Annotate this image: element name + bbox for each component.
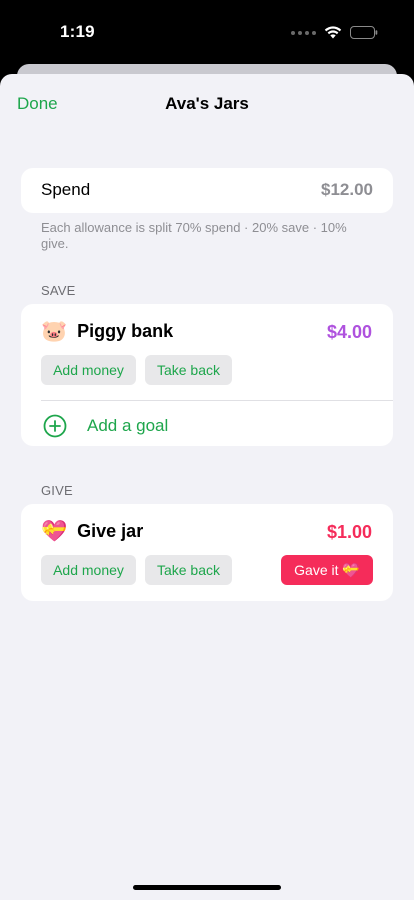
divider [41,400,393,401]
jars-sheet: Done Ava's Jars Spend $12.00 Each allowa… [0,74,414,900]
give-card: 💝 Give jar $1.00 Add money Take back Gav… [21,504,393,601]
spend-row[interactable]: Spend $12.00 [21,168,393,213]
page-title: Ava's Jars [165,94,249,113]
heart-gift-icon: 💝 [41,519,68,543]
give-add-money-button[interactable]: Add money [41,555,136,585]
allowance-split-note: Each allowance is split 70% spend · 20% … [41,220,347,251]
battery-icon [350,26,378,39]
give-jar-amount: $1.00 [326,522,372,542]
pig-icon: 🐷 [41,319,68,343]
plus-circle-icon [43,414,67,438]
piggy-bank-amount: $4.00 [326,322,372,342]
give-jar-header: 💝 Give jar [41,518,143,544]
wifi-icon [324,26,342,39]
jar-name: Give jar [77,520,144,541]
save-take-back-button[interactable]: Take back [145,355,232,385]
navigation-bar: Done Ava's Jars [0,74,414,132]
give-take-back-button[interactable]: Take back [145,555,232,585]
jar-name: Piggy bank [77,320,174,341]
give-section-label: GIVE [41,483,73,498]
status-icons [291,26,378,39]
status-time: 1:19 [60,22,95,41]
save-card: 🐷 Piggy bank $4.00 Add money Take back A… [21,304,393,446]
home-indicator [133,885,281,890]
add-goal-label: Add a goal [87,416,169,435]
status-bar: 1:19 [0,0,414,66]
gave-it-button[interactable]: Gave it 💝 [281,555,373,585]
spend-label: Spend [41,180,91,199]
spend-amount: $12.00 [321,180,373,199]
save-add-money-button[interactable]: Add money [41,355,136,385]
cellular-signal-icon [291,30,316,35]
piggy-bank-header: 🐷 Piggy bank [41,318,173,344]
add-goal-button[interactable]: Add a goal [41,411,168,441]
save-section-label: SAVE [41,283,76,298]
